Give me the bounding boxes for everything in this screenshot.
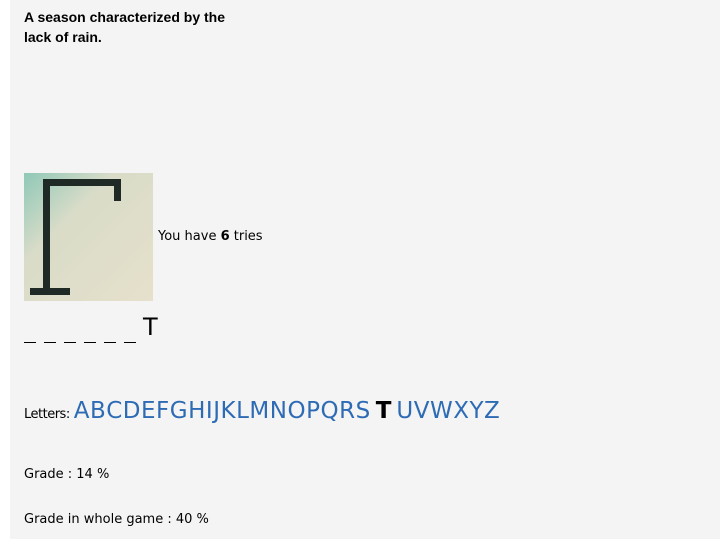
question-line-1: A season characterized by the bbox=[24, 9, 226, 25]
letter-d[interactable]: D bbox=[123, 398, 141, 424]
letter-l[interactable]: L bbox=[236, 398, 249, 424]
letter-b[interactable]: B bbox=[90, 398, 106, 424]
letter-y[interactable]: Y bbox=[469, 398, 483, 424]
letter-g[interactable]: G bbox=[170, 398, 188, 424]
tries-prefix: You have bbox=[158, 229, 221, 244]
word-display: T bbox=[24, 311, 158, 343]
tries-suffix: tries bbox=[229, 229, 263, 244]
letter-w[interactable]: W bbox=[430, 398, 453, 424]
word-slot bbox=[124, 314, 136, 343]
letter-t-used: T bbox=[375, 398, 392, 424]
question-line-2: lack of rain. bbox=[24, 29, 102, 45]
letter-k[interactable]: K bbox=[221, 398, 236, 424]
letter-x[interactable]: X bbox=[453, 398, 469, 424]
letter-f[interactable]: F bbox=[156, 398, 169, 424]
letter-r[interactable]: R bbox=[339, 398, 355, 424]
letter-e[interactable]: E bbox=[141, 398, 156, 424]
letter-n[interactable]: N bbox=[270, 398, 287, 424]
letter-p[interactable]: P bbox=[306, 398, 320, 424]
letter-i[interactable]: I bbox=[206, 398, 213, 424]
tries-count: 6 bbox=[220, 229, 230, 244]
letter-h[interactable]: H bbox=[188, 398, 205, 424]
letter-u[interactable]: U bbox=[396, 398, 413, 424]
word-slot bbox=[84, 314, 96, 343]
letter-c[interactable]: C bbox=[106, 398, 122, 424]
tries-message: You have 6 tries bbox=[158, 229, 263, 244]
letter-a[interactable]: A bbox=[74, 398, 90, 424]
letter-s[interactable]: S bbox=[356, 398, 371, 424]
word-slot bbox=[104, 314, 116, 343]
letter-q[interactable]: Q bbox=[320, 398, 338, 424]
question-text: A season characterized by the lack of ra… bbox=[24, 7, 314, 47]
letter-j[interactable]: J bbox=[213, 398, 220, 424]
gallows-image bbox=[24, 173, 153, 301]
grade-whole-game-text: Grade in whole game : 40 % bbox=[24, 512, 209, 527]
letter-m[interactable]: M bbox=[249, 398, 269, 424]
grade-text: Grade : 14 % bbox=[24, 467, 110, 482]
letters-row: Letters: A B C D E F G H I J K L M N O P… bbox=[24, 398, 500, 434]
letter-o[interactable]: O bbox=[288, 398, 306, 424]
letters-label: Letters: bbox=[24, 407, 70, 422]
word-slot bbox=[44, 314, 56, 343]
letter-z[interactable]: Z bbox=[484, 398, 500, 424]
letter-v[interactable]: V bbox=[414, 398, 430, 424]
word-slot bbox=[24, 314, 36, 343]
revealed-letter: T bbox=[143, 313, 158, 341]
word-slot bbox=[64, 314, 76, 343]
